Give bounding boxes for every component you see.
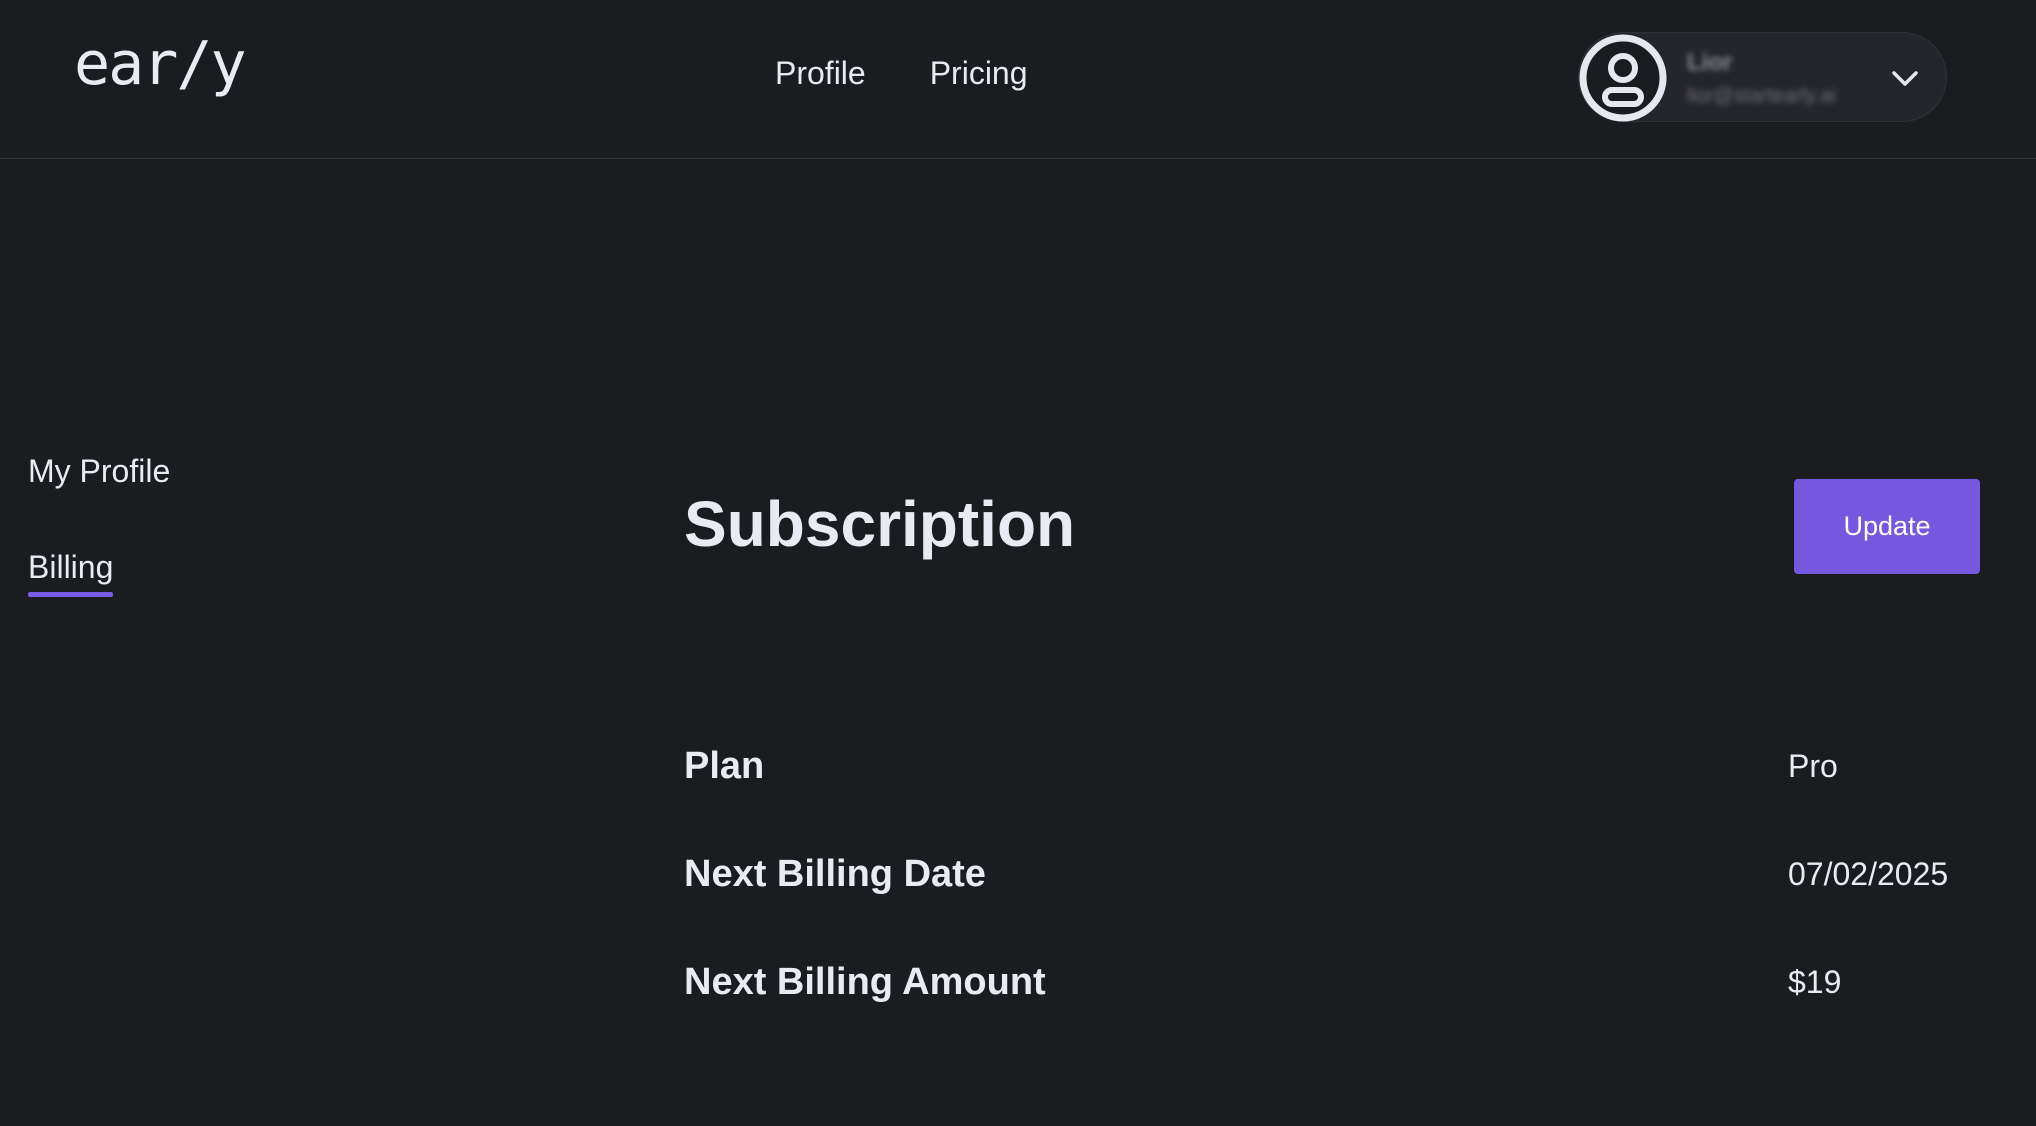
next-billing-date-label: Next Billing Date <box>684 853 986 895</box>
plan-label: Plan <box>684 745 765 787</box>
user-name: Lior <box>1687 49 1733 76</box>
app-logo[interactable]: ear/y <box>74 34 247 94</box>
user-email: lior@startearly.ai <box>1687 85 1836 107</box>
active-underline <box>28 592 114 597</box>
sidebar-item-label: Billing <box>28 549 114 585</box>
nav-link-profile[interactable]: Profile <box>775 57 866 89</box>
page-title: Subscription <box>684 488 1076 560</box>
top-header: ear/y Profile Pricing Lior lior@startear… <box>0 0 2036 159</box>
next-billing-date-value: 07/02/2025 <box>1788 856 1949 892</box>
sidebar-item-billing[interactable]: Billing <box>28 549 114 597</box>
main-nav: Profile Pricing <box>775 57 1028 89</box>
user-menu[interactable]: Lior lior@startearly.ai <box>1578 32 1947 122</box>
update-button[interactable]: Update <box>1794 479 1980 574</box>
user-circle-icon <box>1579 34 1667 122</box>
plan-value: Pro <box>1788 748 1838 784</box>
nav-link-pricing[interactable]: Pricing <box>930 57 1028 89</box>
next-billing-amount-label: Next Billing Amount <box>684 961 1046 1003</box>
sidebar-item-my-profile[interactable]: My Profile <box>28 455 170 487</box>
chevron-down-icon[interactable] <box>1890 63 1920 93</box>
sidebar-item-label: My Profile <box>28 453 171 489</box>
next-billing-amount-value: $19 <box>1788 964 1842 1000</box>
